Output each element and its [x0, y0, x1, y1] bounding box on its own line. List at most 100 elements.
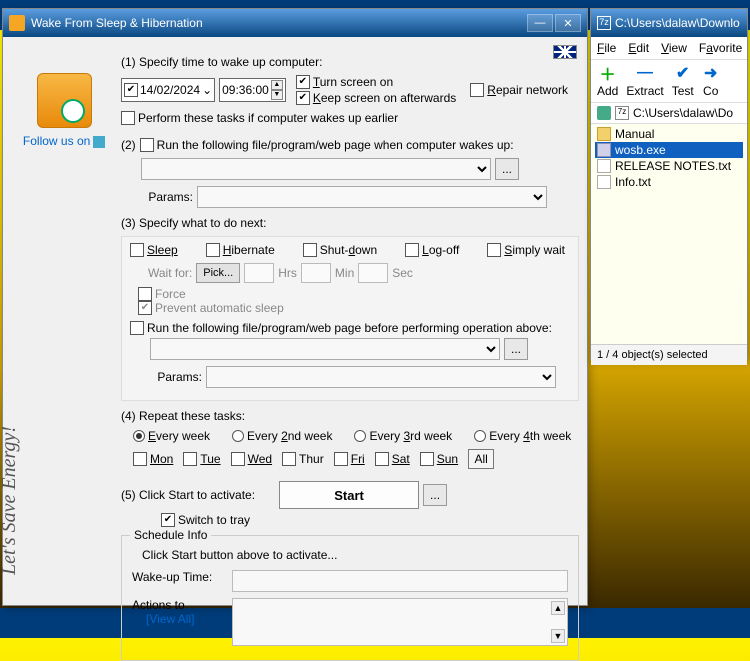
menu-file[interactable]: File: [597, 41, 616, 55]
follow-link[interactable]: Follow us on: [23, 137, 105, 148]
menu-favorites[interactable]: Favorite: [699, 41, 742, 55]
plus-icon: ＋: [599, 64, 617, 82]
scroll-up-icon[interactable]: ▲: [551, 601, 565, 615]
scroll-down-icon[interactable]: ▼: [551, 629, 565, 643]
fri-checkbox[interactable]: Fri: [334, 452, 365, 466]
file-name: wosb.exe: [615, 143, 666, 157]
titlebar[interactable]: Wake From Sleep & Hibernation — ✕: [3, 9, 587, 37]
logoff-checkbox[interactable]: Log-off: [405, 243, 459, 257]
actions-label: Actions to: [132, 598, 224, 612]
wed-checkbox[interactable]: Wed: [231, 452, 272, 466]
start-button[interactable]: Start: [279, 481, 419, 509]
file-item[interactable]: wosb.exe: [595, 142, 743, 158]
perform-earlier-checkbox[interactable]: Perform these tasks if computer wakes up…: [121, 111, 398, 125]
section-2-num: (2): [121, 138, 136, 152]
fw-titlebar[interactable]: 7z C:\Users\dalaw\Downlo: [591, 9, 747, 37]
min-input[interactable]: [301, 263, 331, 283]
date-dropdown-icon[interactable]: ⌄: [202, 83, 212, 97]
txt-icon: [597, 159, 611, 173]
shutdown-checkbox[interactable]: Shut-down: [303, 243, 377, 257]
start-more-button[interactable]: ...: [423, 484, 447, 506]
file-list[interactable]: Manualwosb.exeRELEASE NOTES.txtInfo.txt: [591, 124, 747, 344]
energy-slogan: Let's Save Energy!: [0, 426, 21, 575]
fw-title: C:\Users\dalaw\Downlo: [615, 16, 740, 30]
wait-for-label: Wait for:: [148, 266, 192, 280]
up-folder-icon[interactable]: [597, 106, 611, 120]
seven-zip-icon: 7z: [597, 16, 611, 30]
twitter-icon[interactable]: [93, 136, 105, 148]
run-on-wake-checkbox[interactable]: Run the following file/program/web page …: [140, 138, 514, 152]
time-field[interactable]: 09:36:00 ▲▼: [219, 78, 286, 102]
params-combo-2[interactable]: [206, 366, 556, 388]
mon-checkbox[interactable]: Mon: [133, 452, 173, 466]
minus-icon: —: [636, 64, 654, 82]
file-item[interactable]: Info.txt: [595, 174, 743, 190]
status-bar: 1 / 4 object(s) selected: [591, 344, 747, 365]
logo-section: Follow us on: [19, 73, 109, 148]
sun-checkbox[interactable]: Sun: [420, 452, 458, 466]
copy-button[interactable]: ➜Co: [702, 64, 720, 98]
sec-input[interactable]: [358, 263, 388, 283]
arrow-icon: ➜: [702, 64, 720, 82]
uk-flag-icon[interactable]: [553, 45, 577, 59]
pick-button[interactable]: Pick...: [196, 263, 240, 283]
sat-checkbox[interactable]: Sat: [375, 452, 410, 466]
file-item[interactable]: Manual: [595, 126, 743, 142]
window-title: Wake From Sleep & Hibernation: [31, 16, 203, 30]
thu-checkbox[interactable]: Thur: [282, 452, 324, 466]
add-button[interactable]: ＋Add: [597, 64, 618, 98]
params-combo-1[interactable]: [197, 186, 547, 208]
turn-screen-checkbox[interactable]: ✔Turn screen on: [296, 75, 456, 89]
schedule-legend: Schedule Info: [130, 528, 211, 542]
date-value[interactable]: 14/02/2024: [140, 83, 200, 97]
address-bar[interactable]: 7z C:\Users\dalaw\Do: [591, 103, 747, 124]
every-4th-radio[interactable]: Every 4th week: [474, 429, 571, 443]
prevent-sleep-checkbox[interactable]: ✔Prevent automatic sleep: [138, 301, 284, 315]
test-button[interactable]: ✔Test: [672, 64, 694, 98]
address-path[interactable]: C:\Users\dalaw\Do: [633, 106, 733, 120]
app-icon: [9, 15, 25, 31]
force-checkbox[interactable]: Force: [138, 287, 284, 301]
section-5-label: (5) Click Start to activate:: [121, 488, 255, 502]
run-before-checkbox[interactable]: Run the following file/program/web page …: [130, 321, 552, 335]
view-all-link[interactable]: [View All]: [146, 612, 224, 626]
browse-button-2[interactable]: ...: [504, 338, 528, 360]
params-label-1: Params:: [141, 190, 193, 204]
keep-screen-checkbox[interactable]: ✔Keep screen on afterwards: [296, 91, 456, 105]
extract-button[interactable]: —Extract: [626, 64, 663, 98]
menu-edit[interactable]: Edit: [628, 41, 649, 55]
hrs-input[interactable]: [244, 263, 274, 283]
run-before-combo[interactable]: [150, 338, 500, 360]
date-field[interactable]: ✔ 14/02/2024 ⌄: [121, 78, 215, 102]
folder-icon: [597, 127, 611, 141]
hibernate-checkbox[interactable]: Hibernate: [206, 243, 275, 257]
time-up[interactable]: ▲: [271, 80, 283, 90]
app-logo-icon: [37, 73, 92, 128]
simply-wait-checkbox[interactable]: Simply wait: [487, 243, 565, 257]
sleep-checkbox[interactable]: Sleep: [130, 243, 178, 257]
minimize-button[interactable]: —: [527, 14, 553, 32]
check-icon: ✔: [674, 64, 692, 82]
exe-icon: [597, 143, 611, 157]
browse-button-1[interactable]: ...: [495, 158, 519, 180]
date-enable-checkbox[interactable]: ✔: [124, 83, 138, 97]
params-label-2: Params:: [150, 370, 202, 384]
tue-checkbox[interactable]: Tue: [183, 452, 220, 466]
file-name: Info.txt: [615, 175, 651, 189]
every-2nd-radio[interactable]: Every 2nd week: [232, 429, 332, 443]
menu-bar: File Edit View Favorite: [591, 37, 747, 60]
all-days-button[interactable]: All: [468, 449, 494, 469]
every-3rd-radio[interactable]: Every 3rd week: [354, 429, 452, 443]
time-down[interactable]: ▼: [271, 90, 283, 100]
switch-tray-checkbox[interactable]: ✔Switch to tray: [161, 513, 250, 527]
actions-value: ▲ ▼: [232, 598, 568, 646]
close-button[interactable]: ✕: [555, 14, 581, 32]
file-item[interactable]: RELEASE NOTES.txt: [595, 158, 743, 174]
repair-network-checkbox[interactable]: Repair network: [470, 83, 568, 97]
wake-time-value: [232, 570, 568, 592]
next-action-group: Sleep Hibernate Shut-down Log-off Simply…: [121, 236, 579, 401]
menu-view[interactable]: View: [661, 41, 687, 55]
every-week-radio[interactable]: Every week: [133, 429, 210, 443]
run-path-combo[interactable]: [141, 158, 491, 180]
time-value[interactable]: 09:36:00: [222, 83, 269, 97]
